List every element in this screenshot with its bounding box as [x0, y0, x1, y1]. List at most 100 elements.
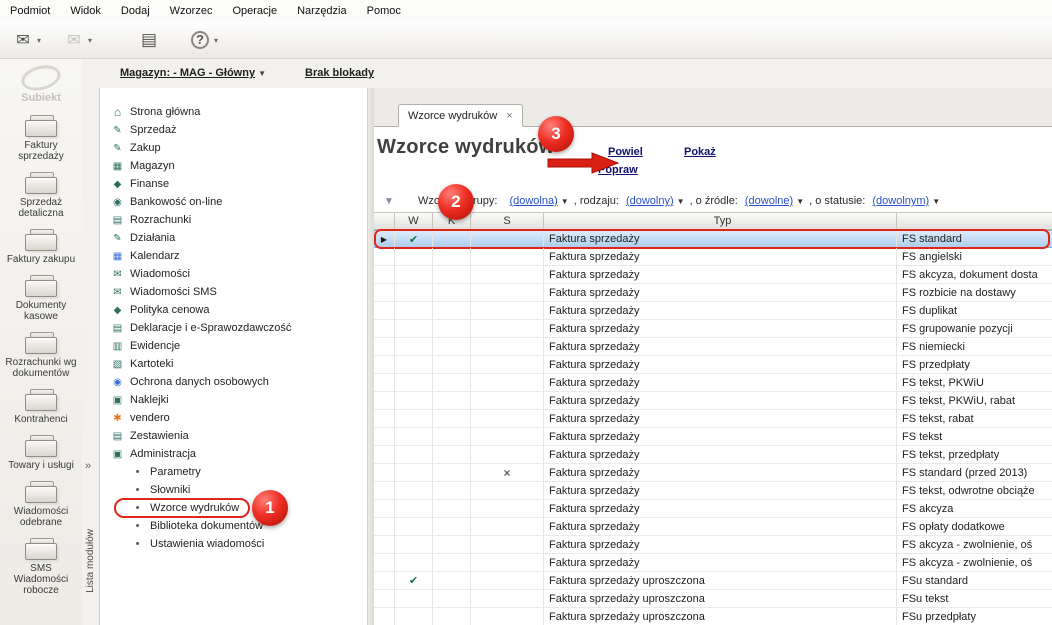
tree-item[interactable]: Zestawienia	[100, 427, 367, 445]
module-item[interactable]: Towary i usługi	[0, 431, 82, 477]
col-header-k[interactable]: K	[433, 213, 471, 229]
dropdown-caret-icon[interactable]	[37, 36, 45, 45]
envelope-pen-icon[interactable]	[8, 27, 49, 53]
tree-item[interactable]: Słowniki	[100, 481, 367, 499]
filter-dropdown[interactable]: (dowolne)	[745, 195, 793, 207]
module-item[interactable]: Rozrachunki wg dokumentów	[0, 328, 82, 385]
col-header-name[interactable]	[897, 213, 1052, 229]
tree-item[interactable]: Kalendarz	[100, 247, 367, 265]
col-header-w[interactable]: W	[395, 213, 433, 229]
tab-wzorce-wydrukow[interactable]: Wzorce wydruków	[398, 104, 523, 127]
tree-item[interactable]: Naklejki	[100, 391, 367, 409]
table-row[interactable]: Faktura sprzedaży FS przedpłaty	[374, 356, 1052, 374]
col-header-selector[interactable]	[374, 213, 395, 229]
table-row[interactable]: Faktura sprzedaży FS duplikat	[374, 302, 1052, 320]
dropdown-caret-icon[interactable]	[88, 36, 96, 45]
table-row[interactable]: Faktura sprzedaży FS tekst, przedpłaty	[374, 446, 1052, 464]
module-item[interactable]: Dokumenty kasowe	[0, 271, 82, 328]
table-row[interactable]: Faktura sprzedaży FS grupowanie pozycji	[374, 320, 1052, 338]
table-row[interactable]: Faktura sprzedaży uproszczona FSu standa…	[374, 572, 1052, 590]
filter-dropdown[interactable]: (dowolnym)	[872, 195, 929, 207]
table-row[interactable]: Faktura sprzedaży FS akcyza - zwolnienie…	[374, 536, 1052, 554]
table-row[interactable]: Faktura sprzedaży FS tekst, odwrotne obc…	[374, 482, 1052, 500]
table-row[interactable]: Faktura sprzedaży FS standard	[374, 230, 1052, 248]
menu-item[interactable]: Widok	[60, 2, 111, 20]
menu-item[interactable]: Podmiot	[0, 2, 60, 20]
table-row[interactable]: Faktura sprzedaży FS standard (przed 201…	[374, 464, 1052, 482]
tree-item[interactable]: Finanse	[100, 175, 367, 193]
module-item[interactable]: Faktury zakupu	[0, 225, 82, 271]
module-item[interactable]: Sprzedaż detaliczna	[0, 168, 82, 225]
duplicate-link[interactable]: Powiel	[608, 146, 643, 158]
tree-item[interactable]: Administracja	[100, 445, 367, 463]
filter-funnel-icon[interactable]	[382, 196, 396, 207]
module-item[interactable]: Wiadomości odebrane	[0, 477, 82, 534]
purchase-icon	[110, 143, 125, 154]
tree-item[interactable]: Magazyn	[100, 157, 367, 175]
envelope-icon[interactable]	[59, 27, 100, 53]
module-item[interactable]: Kontrahenci	[0, 385, 82, 431]
filter-dropdown[interactable]: (dowolny)	[626, 195, 674, 207]
table-row[interactable]: Faktura sprzedaży FS akcyza, dokument do…	[374, 266, 1052, 284]
menu-item[interactable]: Dodaj	[111, 2, 160, 20]
calendar-icon	[110, 251, 125, 262]
table-row[interactable]: Faktura sprzedaży FS niemiecki	[374, 338, 1052, 356]
table-row[interactable]: Faktura sprzedaży FS tekst	[374, 428, 1052, 446]
module-item-label: Kontrahenci	[14, 414, 67, 425]
warehouse-selector[interactable]: Magazyn: - MAG - Główny▼	[120, 67, 266, 79]
printer-icon[interactable]	[134, 27, 175, 53]
row-type: Faktura sprzedaży	[544, 284, 897, 301]
module-item-label: Faktury sprzedaży	[4, 140, 78, 162]
module-item[interactable]: SMS Wiadomości robocze	[0, 534, 82, 602]
table-row[interactable]: Faktura sprzedaży FS tekst, PKWiU	[374, 374, 1052, 392]
menu-item[interactable]: Wzorzec	[160, 2, 223, 20]
tree-item[interactable]: Sprzedaż	[100, 121, 367, 139]
tree-item[interactable]: Działania	[100, 229, 367, 247]
table-row[interactable]: Faktura sprzedaży FS tekst, PKWiU, rabat	[374, 392, 1052, 410]
tree-item[interactable]: Ustawienia wiadomości	[100, 535, 367, 553]
edit-link[interactable]: Popraw	[598, 164, 638, 176]
tree-item[interactable]: Deklaracje i e-Sprawozdawczość	[100, 319, 367, 337]
menu-item[interactable]: Operacje	[222, 2, 287, 20]
table-row[interactable]: Faktura sprzedaży FS angielski	[374, 248, 1052, 266]
tab-close-icon[interactable]	[506, 110, 512, 122]
tree-item[interactable]: Kartoteki	[100, 355, 367, 373]
tree-item[interactable]: Ewidencje	[100, 337, 367, 355]
tree-item[interactable]: Zakup	[100, 139, 367, 157]
chevron-down-icon[interactable]	[677, 197, 685, 206]
menu-item[interactable]: Narzędzia	[287, 2, 357, 20]
show-link[interactable]: Pokaż	[684, 146, 716, 158]
module-list-strip[interactable]: » Lista modułów	[82, 88, 100, 625]
chevron-down-icon[interactable]	[796, 197, 804, 206]
lock-status-link[interactable]: Brak blokady	[305, 67, 374, 79]
chevron-down-icon[interactable]	[561, 197, 569, 206]
menu-item[interactable]: Pomoc	[357, 2, 411, 20]
module-item[interactable]: Faktury sprzedaży	[0, 111, 82, 168]
tree-item[interactable]: Biblioteka dokumentów	[100, 517, 367, 535]
module-list-strip-label: Lista modułów	[85, 529, 96, 593]
table-row[interactable]: Faktura sprzedaży uproszczona FSu przedp…	[374, 608, 1052, 625]
tree-item[interactable]: Bankowość on-line	[100, 193, 367, 211]
tree-item[interactable]: Parametry	[100, 463, 367, 481]
table-row[interactable]: Faktura sprzedaży uproszczona FSu tekst	[374, 590, 1052, 608]
table-row[interactable]: Faktura sprzedaży FS akcyza	[374, 500, 1052, 518]
dropdown-caret-icon[interactable]	[214, 36, 222, 45]
filter-dropdown[interactable]: (dowolna)	[509, 195, 557, 207]
table-row[interactable]: Faktura sprzedaży FS akcyza - zwolnienie…	[374, 554, 1052, 572]
tree-item[interactable]: Polityka cenowa	[100, 301, 367, 319]
tree-item[interactable]: Ochrona danych osobowych	[100, 373, 367, 391]
col-header-typ[interactable]: Typ	[544, 213, 897, 229]
help-icon[interactable]	[185, 27, 226, 53]
table-row[interactable]: Faktura sprzedaży FS rozbicie na dostawy	[374, 284, 1052, 302]
table-row[interactable]: Faktura sprzedaży FS opłaty dodatkowe	[374, 518, 1052, 536]
chevron-right-icon[interactable]: »	[85, 460, 91, 472]
col-header-s[interactable]: S	[471, 213, 544, 229]
chevron-down-icon[interactable]	[932, 197, 940, 206]
table-row[interactable]: Faktura sprzedaży FS tekst, rabat	[374, 410, 1052, 428]
tree-item[interactable]: vendero	[100, 409, 367, 427]
tree-item[interactable]: Rozrachunki	[100, 211, 367, 229]
tree-item[interactable]: Wiadomości	[100, 265, 367, 283]
tree-item[interactable]: Wzorce wydruków	[100, 499, 367, 517]
tree-item[interactable]: Wiadomości SMS	[100, 283, 367, 301]
tree-item[interactable]: Strona główna	[100, 103, 367, 121]
